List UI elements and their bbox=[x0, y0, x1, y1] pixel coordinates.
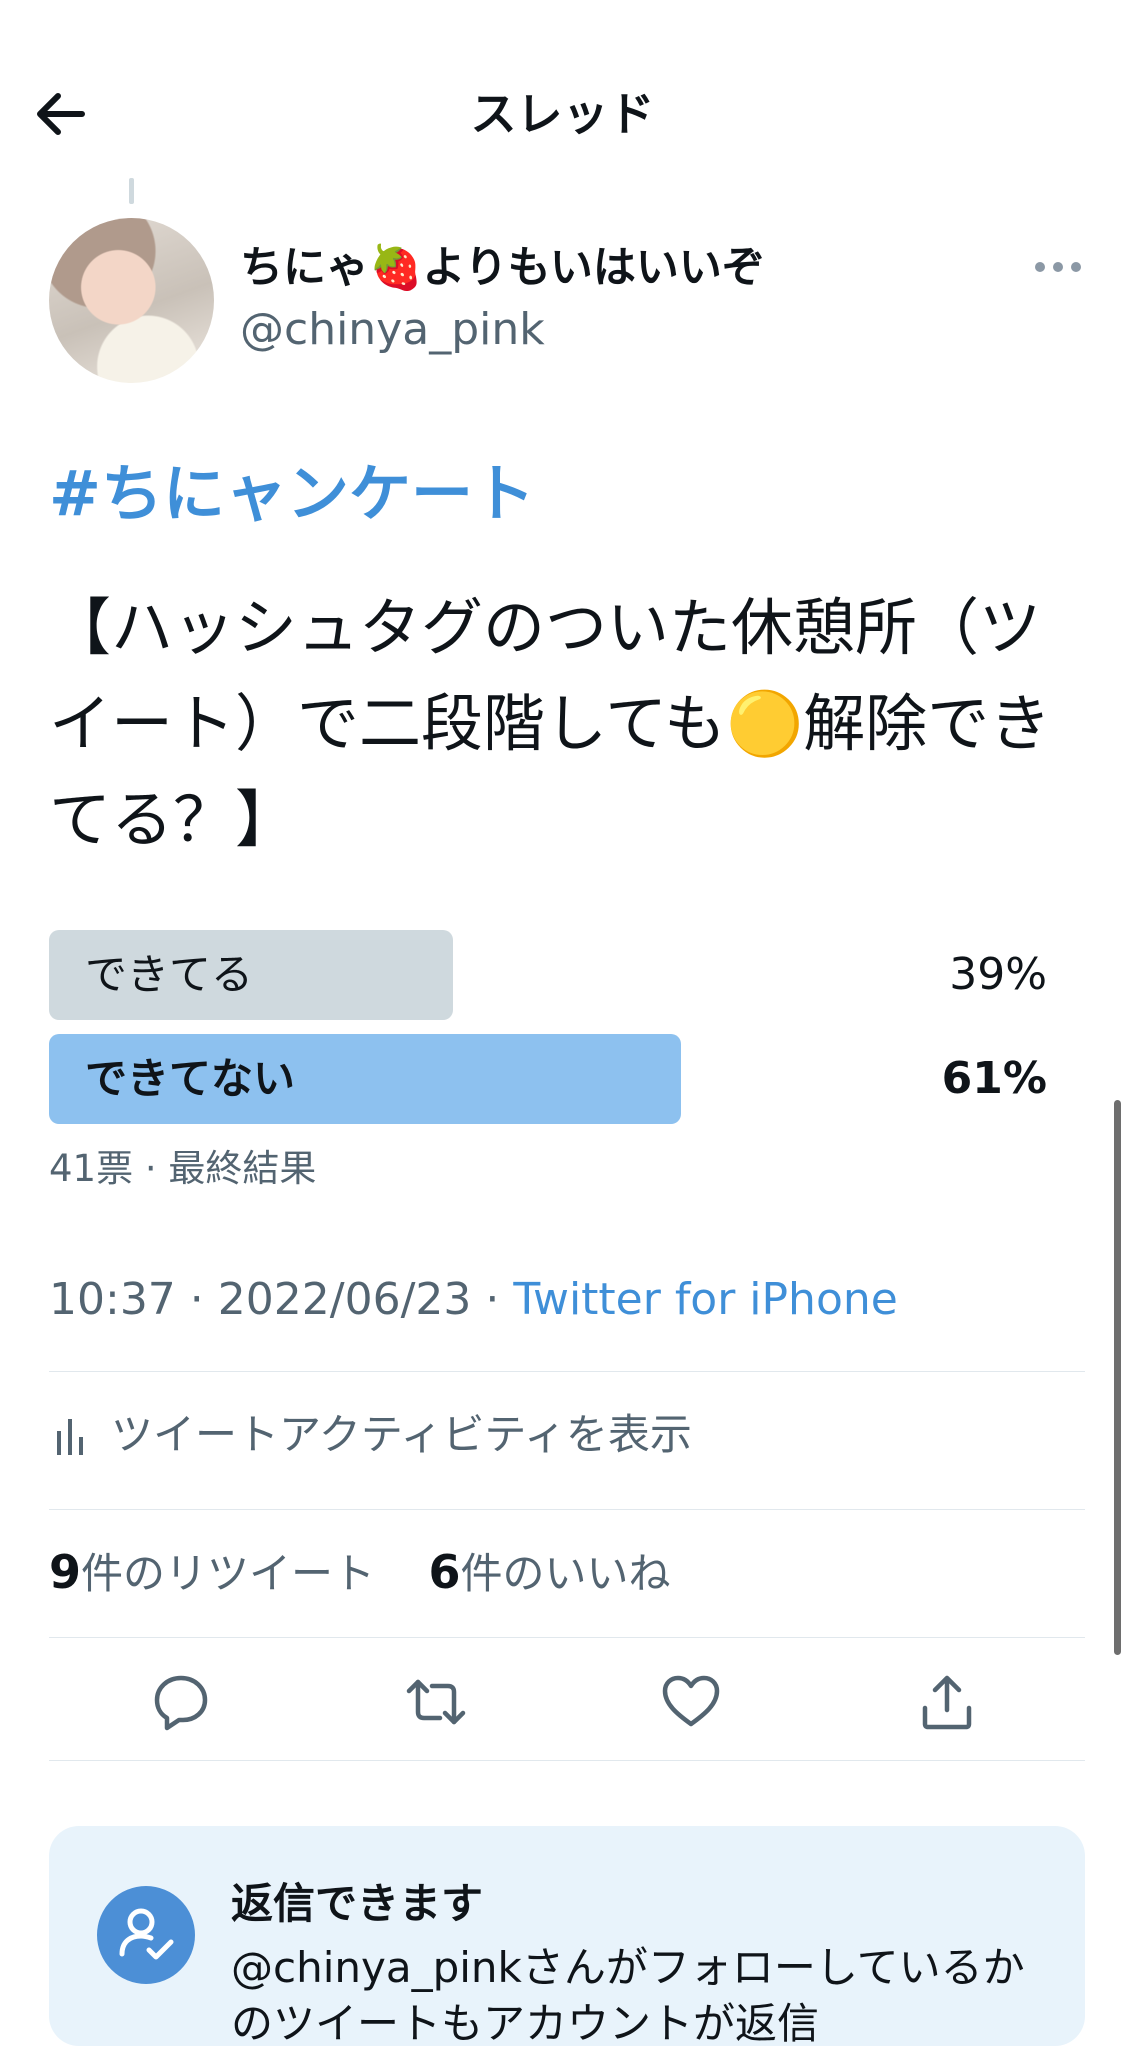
separator: · bbox=[471, 1274, 514, 1325]
poll-option: できてない 61% bbox=[49, 1034, 1089, 1124]
avatar[interactable] bbox=[49, 218, 214, 383]
tweet-actions-bar bbox=[49, 1640, 1085, 1760]
tweet-time: 10:37 bbox=[49, 1274, 176, 1325]
share-button[interactable] bbox=[915, 1670, 979, 1734]
thread-connector-line bbox=[129, 178, 134, 204]
reply-button[interactable] bbox=[149, 1670, 213, 1734]
poll-option: できてる 39% bbox=[49, 930, 1089, 1020]
more-horizontal-icon bbox=[1035, 262, 1081, 272]
divider bbox=[49, 1637, 1085, 1638]
hashtag-link[interactable]: #ちにャンケート bbox=[49, 452, 535, 536]
share-icon bbox=[922, 1675, 972, 1730]
poll-option-percent: 61% bbox=[941, 1053, 1047, 1104]
author-handle[interactable]: @chinya_pink bbox=[240, 302, 545, 358]
retweets-count: 9 bbox=[49, 1545, 82, 1599]
engagement-counts: 9件のリツイート 6件のいいね bbox=[49, 1512, 1085, 1632]
separator: · bbox=[175, 1274, 218, 1325]
tweet-text: 【ハッシュタグのついた休憩所（ツイート）で二段階しても🟡解除できてる？】 bbox=[49, 591, 1052, 856]
tweet-activity-label: ツイートアクティビティを表示 bbox=[111, 1410, 692, 1459]
poll-option-percent: 39% bbox=[949, 949, 1047, 1000]
page-title: スレッド bbox=[470, 87, 655, 141]
reply-restriction-title: 返信できます bbox=[231, 1879, 484, 1928]
divider bbox=[49, 1371, 1085, 1372]
likes-count: 6 bbox=[428, 1545, 461, 1599]
heart-icon bbox=[662, 1675, 720, 1727]
analytics-icon bbox=[57, 1419, 83, 1455]
tweet-timestamp: 10:37 · 2022/06/23 · Twitter for iPhone bbox=[49, 1270, 898, 1330]
tweet-source-link[interactable]: Twitter for iPhone bbox=[513, 1274, 897, 1325]
retweets-count-link[interactable]: 9件のリツイート bbox=[49, 1545, 376, 1599]
likes-count-link[interactable]: 6件のいいね bbox=[428, 1545, 671, 1599]
retweet-icon bbox=[406, 1679, 466, 1725]
author-display-name[interactable]: ちにゃ🍓よりもいはいいぞ bbox=[240, 238, 765, 298]
divider bbox=[49, 1760, 1085, 1761]
poll-option-label: できてる bbox=[85, 950, 254, 999]
reply-restriction-card: 返信できます @chinya_pinkさんがフォローしているかのツイートもアカウ… bbox=[49, 1826, 1085, 2046]
user-check-icon bbox=[97, 1886, 195, 1984]
retweet-button[interactable] bbox=[404, 1670, 468, 1734]
reply-restriction-text: @chinya_pinkさんがフォローしているかのツイートもアカウントが返信 bbox=[231, 1943, 1025, 2046]
divider bbox=[49, 1509, 1085, 1510]
scrollbar[interactable] bbox=[1114, 1100, 1121, 1655]
poll-option-label: できてない bbox=[85, 1054, 296, 1103]
retweets-label: 件のリツイート bbox=[81, 1549, 376, 1598]
reply-icon bbox=[154, 1675, 208, 1731]
like-button[interactable] bbox=[659, 1670, 723, 1734]
tweet-date: 2022/06/23 bbox=[217, 1274, 472, 1325]
tweet-activity-button[interactable]: ツイートアクティビティを表示 bbox=[49, 1375, 1085, 1495]
more-options-button[interactable] bbox=[1032, 252, 1084, 282]
likes-label: 件のいいね bbox=[460, 1549, 671, 1598]
poll-summary: 41票 · 最終結果 bbox=[49, 1147, 317, 1190]
